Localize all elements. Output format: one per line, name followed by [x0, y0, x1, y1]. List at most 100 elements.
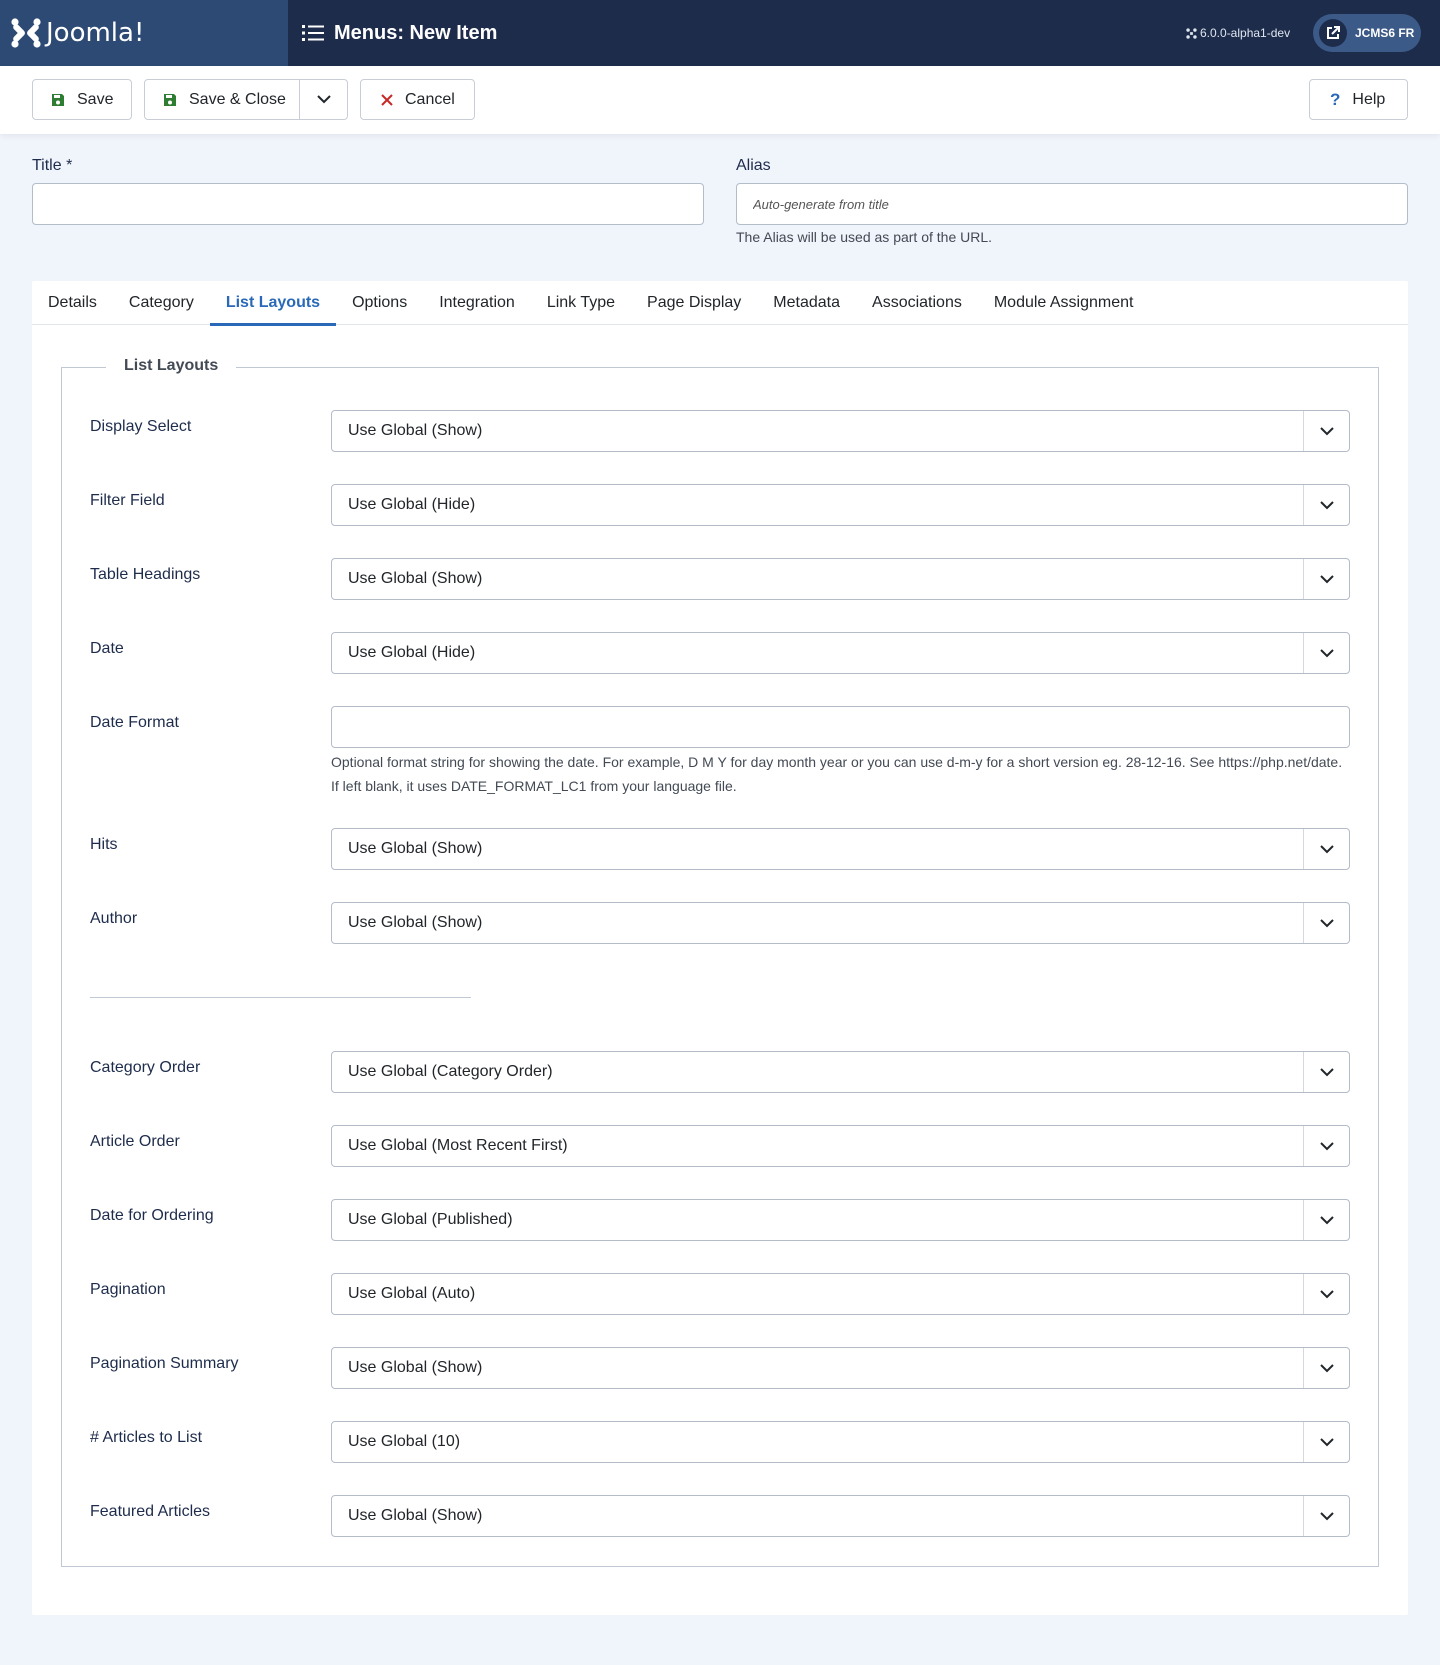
list-icon — [302, 25, 324, 41]
help-button[interactable]: ? Help — [1309, 79, 1408, 120]
filter-field-label: Filter Field — [90, 492, 165, 509]
cancel-button[interactable]: Cancel — [360, 79, 475, 120]
joomla-logo-icon — [11, 18, 41, 48]
tab-link-type[interactable]: Link Type — [531, 281, 631, 325]
select-value: Use Global (Category Order) — [348, 1063, 553, 1080]
author-select[interactable]: Use Global (Show) — [331, 902, 1350, 944]
close-icon — [381, 93, 393, 106]
date-label: Date — [90, 640, 124, 657]
chevron-down-icon — [1303, 1348, 1349, 1388]
category-order-label: Category Order — [90, 1059, 201, 1076]
site-link-label: JCMS6 FR — [1355, 26, 1415, 40]
alias-label: Alias — [736, 157, 771, 174]
date-format-hint-line2: If left blank, it uses DATE_FORMAT_LC1 f… — [331, 778, 737, 794]
title-input[interactable] — [32, 183, 704, 225]
author-label: Author — [90, 910, 138, 927]
date-format-label: Date Format — [90, 714, 179, 731]
tab-page-display[interactable]: Page Display — [631, 281, 757, 325]
tab-metadata[interactable]: Metadata — [757, 281, 856, 325]
save-close-button[interactable]: Save & Close — [144, 79, 348, 120]
select-value: Use Global (Hide) — [348, 496, 476, 513]
tab-module-assignment[interactable]: Module Assignment — [978, 281, 1150, 325]
page-title-area: Menus: New Item — [302, 0, 497, 66]
select-value: Use Global (Show) — [348, 570, 483, 587]
floppy-disk-icon — [51, 93, 65, 107]
chevron-down-icon — [1303, 903, 1349, 943]
floppy-disk-icon — [163, 93, 177, 107]
chevron-down-icon — [1303, 1274, 1349, 1314]
date-format-input[interactable] — [331, 706, 1350, 748]
fieldset-legend: List Layouts — [106, 357, 237, 375]
display-select-select[interactable]: Use Global (Show) — [331, 410, 1350, 452]
external-link-icon — [1319, 19, 1347, 47]
alias-input[interactable] — [736, 183, 1408, 225]
version-label: 6.0.0-alpha1-dev — [1186, 0, 1290, 66]
chevron-down-icon — [1303, 1422, 1349, 1462]
article-order-select[interactable]: Use Global (Most Recent First) — [331, 1125, 1350, 1167]
joomla-small-icon — [1186, 27, 1197, 39]
featured-articles-label: Featured Articles — [90, 1503, 211, 1520]
cancel-label: Cancel — [405, 90, 455, 108]
pagination-summary-select[interactable]: Use Global (Show) — [331, 1347, 1350, 1389]
select-value: Use Global (10) — [348, 1433, 461, 1450]
save-close-label: Save & Close — [189, 90, 286, 108]
tab-details[interactable]: Details — [32, 281, 113, 325]
tab-integration[interactable]: Integration — [423, 281, 531, 325]
menu-item-card: Details Category List Layouts Options In… — [32, 281, 1408, 1615]
joomla-logo[interactable]: Joomla! — [0, 0, 288, 66]
title-label: Title * — [32, 157, 73, 174]
chevron-down-icon — [1303, 1052, 1349, 1092]
display-select-label: Display Select — [90, 418, 192, 435]
app-header: Joomla! Menus: New Item 6.0.0-alpha1-dev… — [0, 0, 1440, 66]
save-options-dropdown-toggle[interactable] — [299, 80, 347, 119]
chevron-down-icon — [1303, 829, 1349, 869]
select-value: Use Global (Show) — [348, 840, 483, 857]
filter-field-select[interactable]: Use Global (Hide) — [331, 484, 1350, 526]
chevron-down-icon — [1303, 411, 1349, 451]
chevron-down-icon — [1303, 1126, 1349, 1166]
tab-list-layouts[interactable]: List Layouts — [209, 281, 337, 326]
articles-to-list-label: # Articles to List — [90, 1429, 203, 1446]
date-for-ordering-select[interactable]: Use Global (Published) — [331, 1199, 1350, 1241]
help-label: Help — [1352, 90, 1386, 108]
chevron-down-icon — [1303, 485, 1349, 525]
page-title: Menus: New Item — [334, 21, 498, 44]
date-format-hint-line1: Optional format string for showing the d… — [331, 754, 1343, 770]
hits-label: Hits — [90, 836, 118, 853]
pagination-label: Pagination — [90, 1281, 166, 1298]
table-headings-select[interactable]: Use Global (Show) — [331, 558, 1350, 600]
select-value: Use Global (Published) — [348, 1211, 513, 1228]
select-value: Use Global (Show) — [348, 914, 483, 931]
hits-select[interactable]: Use Global (Show) — [331, 828, 1350, 870]
site-link-button[interactable]: JCMS6 FR — [1313, 14, 1421, 52]
article-order-label: Article Order — [90, 1133, 180, 1150]
pagination-summary-label: Pagination Summary — [90, 1355, 239, 1372]
articles-to-list-select[interactable]: Use Global (10) — [331, 1421, 1350, 1463]
date-for-ordering-label: Date for Ordering — [90, 1207, 214, 1224]
select-value: Use Global (Most Recent First) — [348, 1137, 568, 1154]
category-order-select[interactable]: Use Global (Category Order) — [331, 1051, 1350, 1093]
chevron-down-icon — [1303, 633, 1349, 673]
pagination-select[interactable]: Use Global (Auto) — [331, 1273, 1350, 1315]
select-value: Use Global (Show) — [348, 422, 483, 439]
select-value: Use Global (Hide) — [348, 644, 476, 661]
chevron-down-icon — [1303, 1496, 1349, 1536]
tab-bar: Details Category List Layouts Options In… — [32, 281, 1408, 326]
date-select[interactable]: Use Global (Hide) — [331, 632, 1350, 674]
tab-options[interactable]: Options — [336, 281, 423, 325]
question-icon: ? — [1330, 89, 1341, 109]
tab-associations[interactable]: Associations — [856, 281, 978, 325]
alias-hint: The Alias will be used as part of the UR… — [736, 229, 993, 245]
featured-articles-select[interactable]: Use Global (Show) — [331, 1495, 1350, 1537]
version-text: 6.0.0-alpha1-dev — [1200, 26, 1291, 40]
chevron-down-icon — [1303, 1200, 1349, 1240]
table-headings-label: Table Headings — [90, 566, 201, 583]
select-value: Use Global (Show) — [348, 1359, 483, 1376]
logo-text: Joomla! — [46, 18, 145, 48]
save-button[interactable]: Save — [32, 79, 132, 120]
toolbar: Save Save & Close Cancel ? Help — [0, 66, 1440, 134]
tab-category[interactable]: Category — [113, 281, 210, 325]
select-value: Use Global (Auto) — [348, 1285, 476, 1302]
chevron-down-icon — [1303, 559, 1349, 599]
chevron-down-icon — [316, 95, 331, 104]
